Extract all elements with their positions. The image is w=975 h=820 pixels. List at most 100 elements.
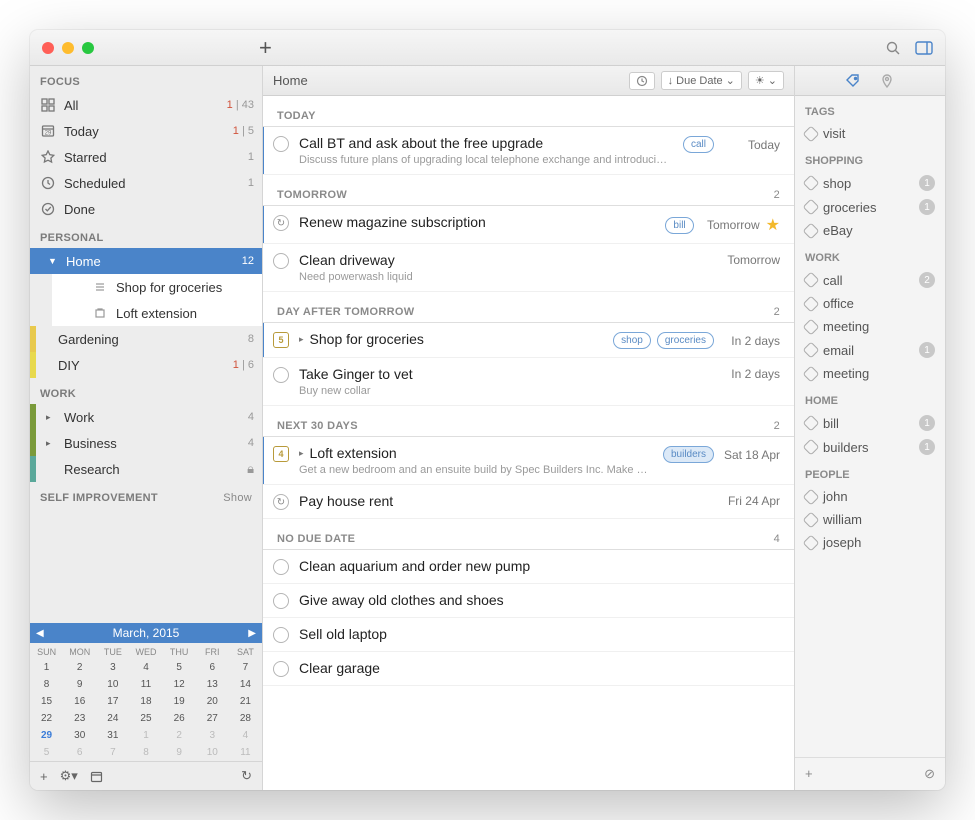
- task-date-icon[interactable]: 5: [273, 332, 289, 348]
- cal-day[interactable]: 7: [229, 659, 262, 676]
- cal-day[interactable]: 11: [229, 744, 262, 761]
- cal-day[interactable]: 1: [30, 659, 63, 676]
- cal-day[interactable]: 28: [229, 710, 262, 727]
- cal-day[interactable]: 8: [129, 744, 162, 761]
- cal-day[interactable]: 14: [229, 676, 262, 693]
- panel-toggle-icon[interactable]: [915, 41, 933, 55]
- cal-day[interactable]: 18: [129, 693, 162, 710]
- tags-tab-icon[interactable]: [846, 74, 860, 88]
- cal-day[interactable]: 9: [163, 744, 196, 761]
- task-row[interactable]: Pay house rentFri 24 Apr: [263, 485, 794, 519]
- disclosure-triangle-icon[interactable]: ▸: [46, 412, 56, 423]
- cal-day[interactable]: 8: [30, 676, 63, 693]
- add-tag-button[interactable]: +: [805, 766, 813, 782]
- calendar-icon[interactable]: [90, 770, 103, 783]
- cal-day[interactable]: 26: [163, 710, 196, 727]
- search-icon[interactable]: [885, 40, 901, 56]
- new-task-button[interactable]: +: [259, 35, 272, 61]
- close-button[interactable]: [42, 42, 54, 54]
- cal-day[interactable]: 3: [96, 659, 129, 676]
- tag-item[interactable]: meeting: [795, 315, 945, 338]
- sort-button[interactable]: ↓ Due Date ⌄: [661, 71, 742, 90]
- tag-item[interactable]: joseph: [795, 531, 945, 554]
- gear-icon[interactable]: ⚙︎▾: [60, 768, 78, 784]
- filter-icon[interactable]: ⊘: [924, 766, 935, 782]
- cal-day[interactable]: 27: [196, 710, 229, 727]
- cal-day[interactable]: 7: [96, 744, 129, 761]
- task-checkbox[interactable]: [273, 559, 289, 575]
- sidebar-item-today[interactable]: 29Today1 | 5: [30, 118, 262, 144]
- sidebar-item-shop-groceries[interactable]: Shop for groceries: [52, 274, 262, 300]
- cal-day[interactable]: 31: [96, 727, 129, 744]
- cal-day[interactable]: 5: [163, 659, 196, 676]
- cal-day[interactable]: 24: [96, 710, 129, 727]
- task-row[interactable]: Take Ginger to vetBuy new collarIn 2 day…: [263, 358, 794, 406]
- tag-pill[interactable]: builders: [663, 446, 714, 463]
- cal-day[interactable]: 12: [163, 676, 196, 693]
- sync-icon[interactable]: ↻: [241, 768, 252, 784]
- task-checkbox[interactable]: [273, 253, 289, 269]
- expand-icon[interactable]: ▸: [299, 448, 304, 459]
- cal-day[interactable]: 10: [196, 744, 229, 761]
- cal-day[interactable]: 23: [63, 710, 96, 727]
- sidebar-item-done[interactable]: Done: [30, 196, 262, 222]
- tag-item[interactable]: call2: [795, 268, 945, 292]
- sidebar-item-scheduled[interactable]: Scheduled1: [30, 170, 262, 196]
- disclosure-triangle-icon[interactable]: ▼: [48, 256, 58, 266]
- cal-day[interactable]: 19: [163, 693, 196, 710]
- task-checkbox[interactable]: [273, 661, 289, 677]
- tag-item[interactable]: eBay: [795, 219, 945, 242]
- task-repeat-icon[interactable]: [273, 494, 289, 510]
- cal-day[interactable]: 29: [30, 727, 63, 744]
- cal-day[interactable]: 15: [30, 693, 63, 710]
- cal-day[interactable]: 4: [229, 727, 262, 744]
- zoom-button[interactable]: [82, 42, 94, 54]
- task-row[interactable]: Call BT and ask about the free upgradeDi…: [263, 127, 794, 175]
- task-row[interactable]: Clear garage: [263, 652, 794, 686]
- expand-icon[interactable]: ▸: [299, 334, 304, 345]
- cal-day[interactable]: 25: [129, 710, 162, 727]
- cal-day[interactable]: 6: [63, 744, 96, 761]
- cal-day[interactable]: 3: [196, 727, 229, 744]
- time-filter-button[interactable]: [629, 72, 655, 90]
- sidebar-item-starred[interactable]: Starred1: [30, 144, 262, 170]
- cal-day[interactable]: 11: [129, 676, 162, 693]
- cal-day[interactable]: 13: [196, 676, 229, 693]
- tag-pill[interactable]: groceries: [657, 332, 714, 349]
- tag-item[interactable]: shop1: [795, 171, 945, 195]
- task-row[interactable]: Renew magazine subscriptionbillTomorrow★: [263, 206, 794, 244]
- task-checkbox[interactable]: [273, 367, 289, 383]
- cal-day[interactable]: 9: [63, 676, 96, 693]
- tag-pill[interactable]: call: [683, 136, 714, 153]
- cal-day[interactable]: 5: [30, 744, 63, 761]
- cal-day[interactable]: 17: [96, 693, 129, 710]
- cal-day[interactable]: 22: [30, 710, 63, 727]
- cal-day[interactable]: 6: [196, 659, 229, 676]
- sidebar-item-business[interactable]: ▸ Business 4: [30, 430, 262, 456]
- cal-day[interactable]: 1: [129, 727, 162, 744]
- disclosure-triangle-icon[interactable]: ▸: [46, 438, 56, 449]
- sidebar-item-home[interactable]: ▼ Home 12: [30, 248, 262, 274]
- tag-item[interactable]: meeting: [795, 362, 945, 385]
- cal-day[interactable]: 30: [63, 727, 96, 744]
- task-row[interactable]: 4▸Loft extensionGet a new bedroom and an…: [263, 437, 794, 485]
- tag-pill[interactable]: bill: [665, 217, 693, 234]
- task-row[interactable]: Clean drivewayNeed powerwash liquidTomor…: [263, 244, 794, 292]
- tag-item[interactable]: email1: [795, 338, 945, 362]
- task-row[interactable]: Clean aquarium and order new pump: [263, 550, 794, 584]
- tag-item[interactable]: john: [795, 485, 945, 508]
- cal-day[interactable]: 16: [63, 693, 96, 710]
- minimize-button[interactable]: [62, 42, 74, 54]
- sidebar-item-all[interactable]: All1 | 43: [30, 92, 262, 118]
- tag-item[interactable]: bill1: [795, 411, 945, 435]
- cal-day[interactable]: 20: [196, 693, 229, 710]
- task-row[interactable]: Sell old laptop: [263, 618, 794, 652]
- cal-day[interactable]: 4: [129, 659, 162, 676]
- cal-next-button[interactable]: ▶: [248, 628, 256, 639]
- task-checkbox[interactable]: [273, 627, 289, 643]
- cal-day[interactable]: 2: [63, 659, 96, 676]
- tag-item[interactable]: office: [795, 292, 945, 315]
- task-repeat-icon[interactable]: [273, 215, 289, 231]
- tag-item[interactable]: william: [795, 508, 945, 531]
- view-options-button[interactable]: ☀︎ ⌄: [748, 71, 784, 90]
